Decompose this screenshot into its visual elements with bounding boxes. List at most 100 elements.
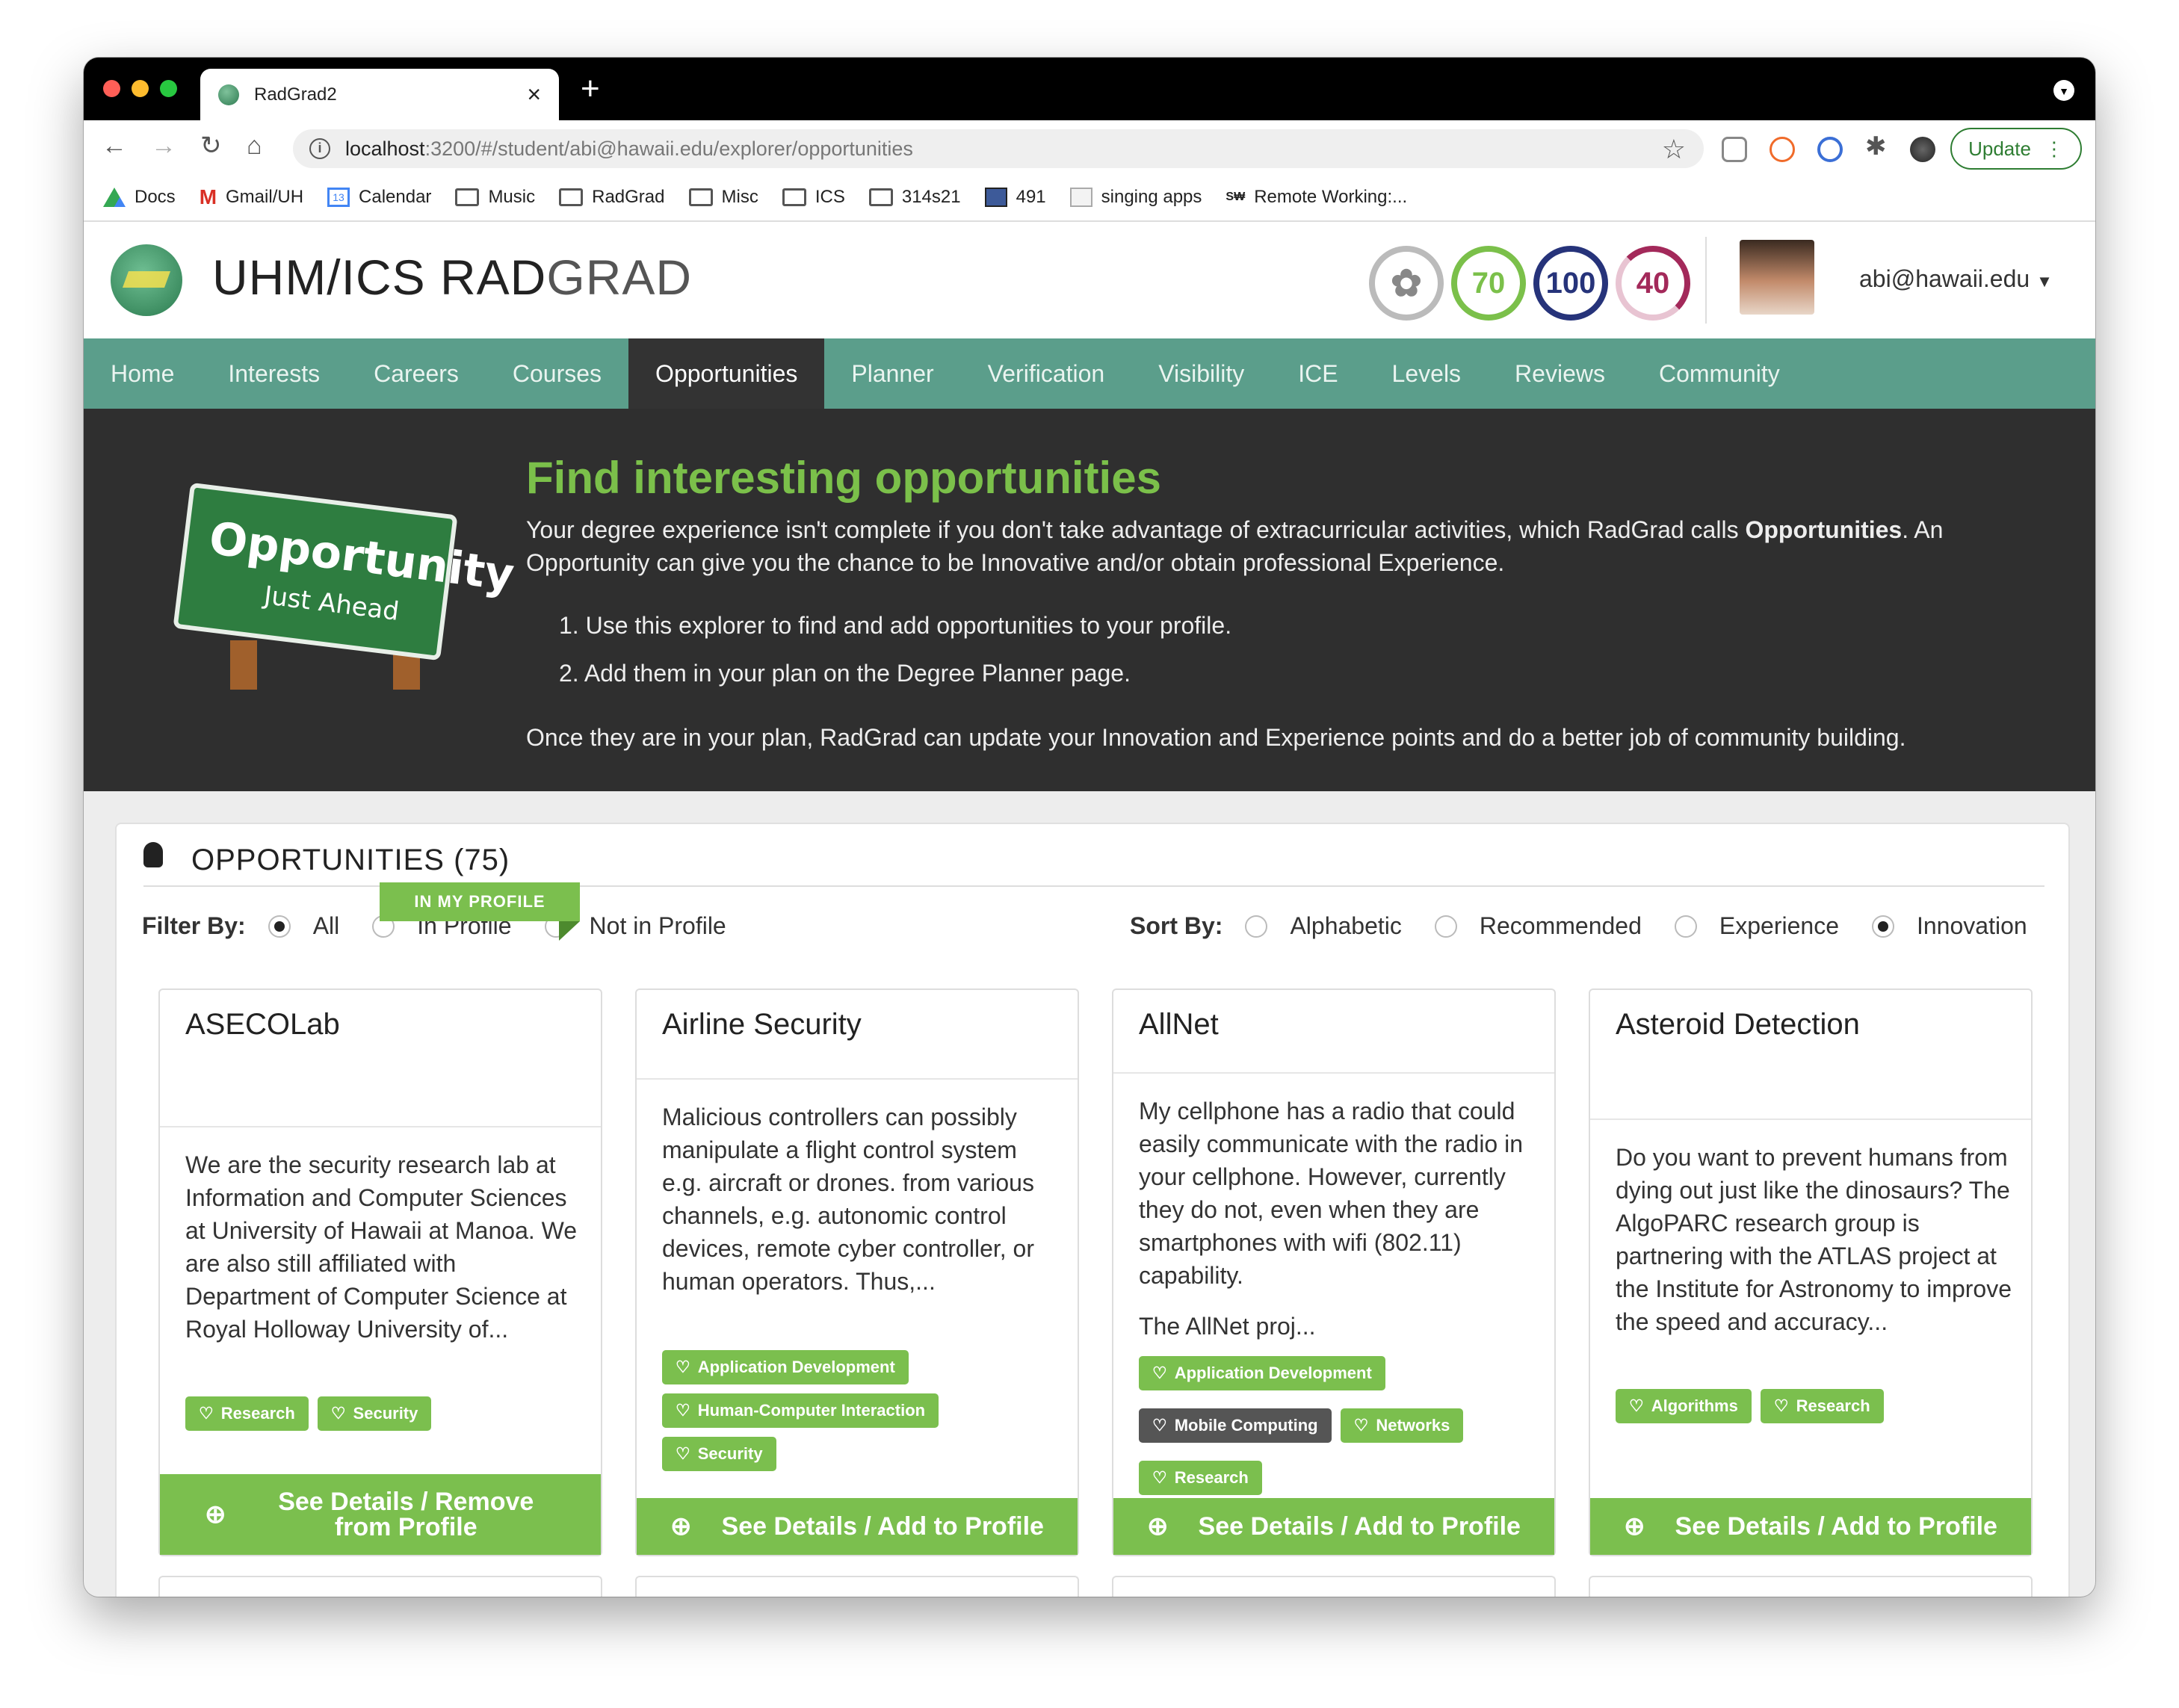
site-info-icon[interactable]: i (309, 138, 330, 159)
filter-not-in-profile-label[interactable]: Not in Profile (590, 912, 726, 940)
bookmark-314s21[interactable]: 314s21 (868, 187, 961, 208)
heart-icon: ♡ (1152, 1416, 1167, 1435)
user-avatar[interactable] (1740, 240, 1814, 315)
remove-from-profile-button[interactable]: ⊕ See Details / Remove from Profile (160, 1474, 601, 1555)
interest-score-gauge[interactable]: 70 (1451, 246, 1526, 321)
add-to-profile-button[interactable]: ⊕ See Details / Add to Profile (1113, 1498, 1554, 1555)
extension-icon[interactable] (1770, 137, 1795, 162)
close-window-button[interactable] (103, 80, 120, 97)
caret-down-icon: ▼ (2036, 272, 2053, 291)
reader-icon[interactable] (1722, 137, 1747, 162)
more-menu-icon[interactable]: ⋮ (2044, 137, 2064, 161)
nav-visibility[interactable]: Visibility (1131, 338, 1271, 409)
main-nav: Home Interests Careers Courses Opportuni… (84, 338, 2095, 409)
tag-security[interactable]: ♡ Security (317, 1396, 432, 1431)
nav-community[interactable]: Community (1632, 338, 1807, 409)
card-title[interactable]: Airline Security (662, 1008, 862, 1042)
heart-icon: ♡ (330, 1404, 346, 1423)
close-tab-icon[interactable]: × (527, 81, 541, 108)
brand-title[interactable]: UHM/ICS RADGRAD (212, 249, 692, 306)
image-icon (1069, 188, 1092, 207)
add-to-profile-button[interactable]: ⊕ See Details / Add to Profile (1590, 1498, 2031, 1555)
graduation-cap-icon (122, 271, 171, 288)
radgrad-logo[interactable] (111, 244, 182, 316)
card-title[interactable]: Asteroid Detection (1616, 1008, 1860, 1042)
sort-alphabetic-label[interactable]: Alphabetic (1290, 912, 1401, 940)
card-tags: ♡ Research ♡ Security (185, 1396, 589, 1431)
add-to-profile-button[interactable]: ⊕ See Details / Add to Profile (637, 1498, 1078, 1555)
puzzle-extensions-icon[interactable]: ✱ (1865, 134, 1891, 161)
sort-alphabetic-radio[interactable] (1245, 915, 1268, 938)
bookmark-music[interactable]: Music (455, 187, 535, 208)
address-bar[interactable]: i localhost:3200/#/student/abi@hawaii.ed… (293, 129, 1704, 168)
sort-recommended-label[interactable]: Recommended (1480, 912, 1642, 940)
card-title[interactable]: AllNet (1139, 1008, 1219, 1042)
bookmark-491[interactable]: 491 (984, 187, 1046, 208)
gmail-icon: M (199, 185, 217, 208)
reload-icon[interactable]: ↻ (200, 131, 222, 161)
sort-recommended-radio[interactable] (1434, 915, 1457, 938)
home-icon[interactable]: ⌂ (247, 131, 262, 161)
nav-courses[interactable]: Courses (486, 338, 628, 409)
filter-all-label[interactable]: All (313, 912, 340, 940)
tag-security[interactable]: ♡ Security (662, 1437, 776, 1471)
tag-algorithms[interactable]: ♡ Algorithms (1616, 1389, 1752, 1423)
bookmark-docs[interactable]: Docs (103, 187, 176, 208)
nav-planner[interactable]: Planner (824, 338, 960, 409)
password-manager-icon[interactable] (1817, 137, 1843, 162)
bookmark-calendar[interactable]: 13 Calendar (327, 187, 431, 208)
minimize-window-button[interactable] (132, 80, 149, 97)
browser-tab[interactable]: RadGrad2 × (200, 69, 559, 120)
tag-human-computer-interaction[interactable]: ♡ Human-Computer Interaction (662, 1393, 939, 1428)
tag-research[interactable]: ♡ Research (1139, 1461, 1262, 1495)
tag-research[interactable]: ♡ Research (185, 1396, 309, 1431)
tag-application-development[interactable]: ♡ Application Development (662, 1350, 909, 1384)
bookmark-radgrad[interactable]: RadGrad (559, 187, 665, 208)
sort-experience-label[interactable]: Experience (1719, 912, 1839, 940)
nav-levels[interactable]: Levels (1365, 338, 1489, 409)
filter-all-radio[interactable] (268, 915, 291, 938)
folder-icon (455, 188, 480, 206)
bookmark-gmail[interactable]: M Gmail/UH (200, 185, 303, 209)
hero-outro: Once they are in your plan, RadGrad can … (526, 724, 1906, 751)
bookmarks-bar: Docs M Gmail/UH 13 Calendar Music RadGrad … (84, 174, 2095, 222)
maximize-window-button[interactable] (160, 80, 177, 97)
bookmark-remote-working[interactable]: S₩ Remote Working:... (1226, 187, 1407, 208)
back-arrow-icon[interactable]: ← (102, 131, 127, 161)
competency-score-gauge[interactable]: 100 (1533, 246, 1608, 321)
level-badge-icon[interactable]: ✿ (1369, 246, 1444, 321)
bookmark-star-icon[interactable]: ☆ (1662, 134, 1686, 165)
heart-icon: ♡ (1773, 1396, 1789, 1415)
sort-innovation-radio[interactable] (1871, 915, 1894, 938)
nav-careers[interactable]: Careers (347, 338, 486, 409)
nav-opportunities[interactable]: Opportunities (628, 338, 825, 409)
new-tab-button[interactable]: + (581, 72, 600, 105)
experience-score-gauge[interactable]: 40 (1616, 246, 1690, 321)
card-divider (1113, 1072, 1554, 1074)
tag-research[interactable]: ♡ Research (1760, 1389, 1884, 1423)
tag-application-development[interactable]: ♡ Application Development (1139, 1356, 1385, 1390)
user-dropdown[interactable]: abi@hawaii.edu ▼ (1859, 265, 2053, 293)
profile-avatar[interactable] (1910, 137, 1935, 162)
forward-arrow-icon[interactable]: → (151, 131, 176, 161)
zoom-in-icon: ⊕ (205, 1500, 226, 1529)
tag-networks[interactable]: ♡ Networks (1340, 1408, 1464, 1443)
hero-banner: Opportunity Just Ahead Find interesting … (84, 409, 2095, 791)
sort-innovation-label[interactable]: Innovation (1917, 912, 2027, 940)
tag-mobile-computing[interactable]: ♡ Mobile Computing (1139, 1408, 1332, 1443)
bookmark-misc[interactable]: Misc (688, 187, 758, 208)
update-button[interactable]: Update ⋮ (1950, 128, 2082, 170)
tab-search-icon[interactable]: ▼ (2053, 80, 2074, 101)
nav-home[interactable]: Home (84, 338, 201, 409)
bookmark-ics[interactable]: ICS (782, 187, 845, 208)
sort-experience-radio[interactable] (1674, 915, 1697, 938)
card-title[interactable]: ASECOLab (185, 1008, 340, 1042)
nav-reviews[interactable]: Reviews (1488, 338, 1632, 409)
in-my-profile-ribbon: IN MY PROFILE (380, 882, 580, 921)
nav-verification[interactable]: Verification (961, 338, 1132, 409)
nav-interests[interactable]: Interests (201, 338, 347, 409)
nav-ice[interactable]: ICE (1271, 338, 1364, 409)
card-divider (160, 1126, 601, 1127)
bookmark-singing-apps[interactable]: singing apps (1069, 187, 1202, 208)
card-description: Malicious controllers can possibly manip… (662, 1104, 1034, 1295)
